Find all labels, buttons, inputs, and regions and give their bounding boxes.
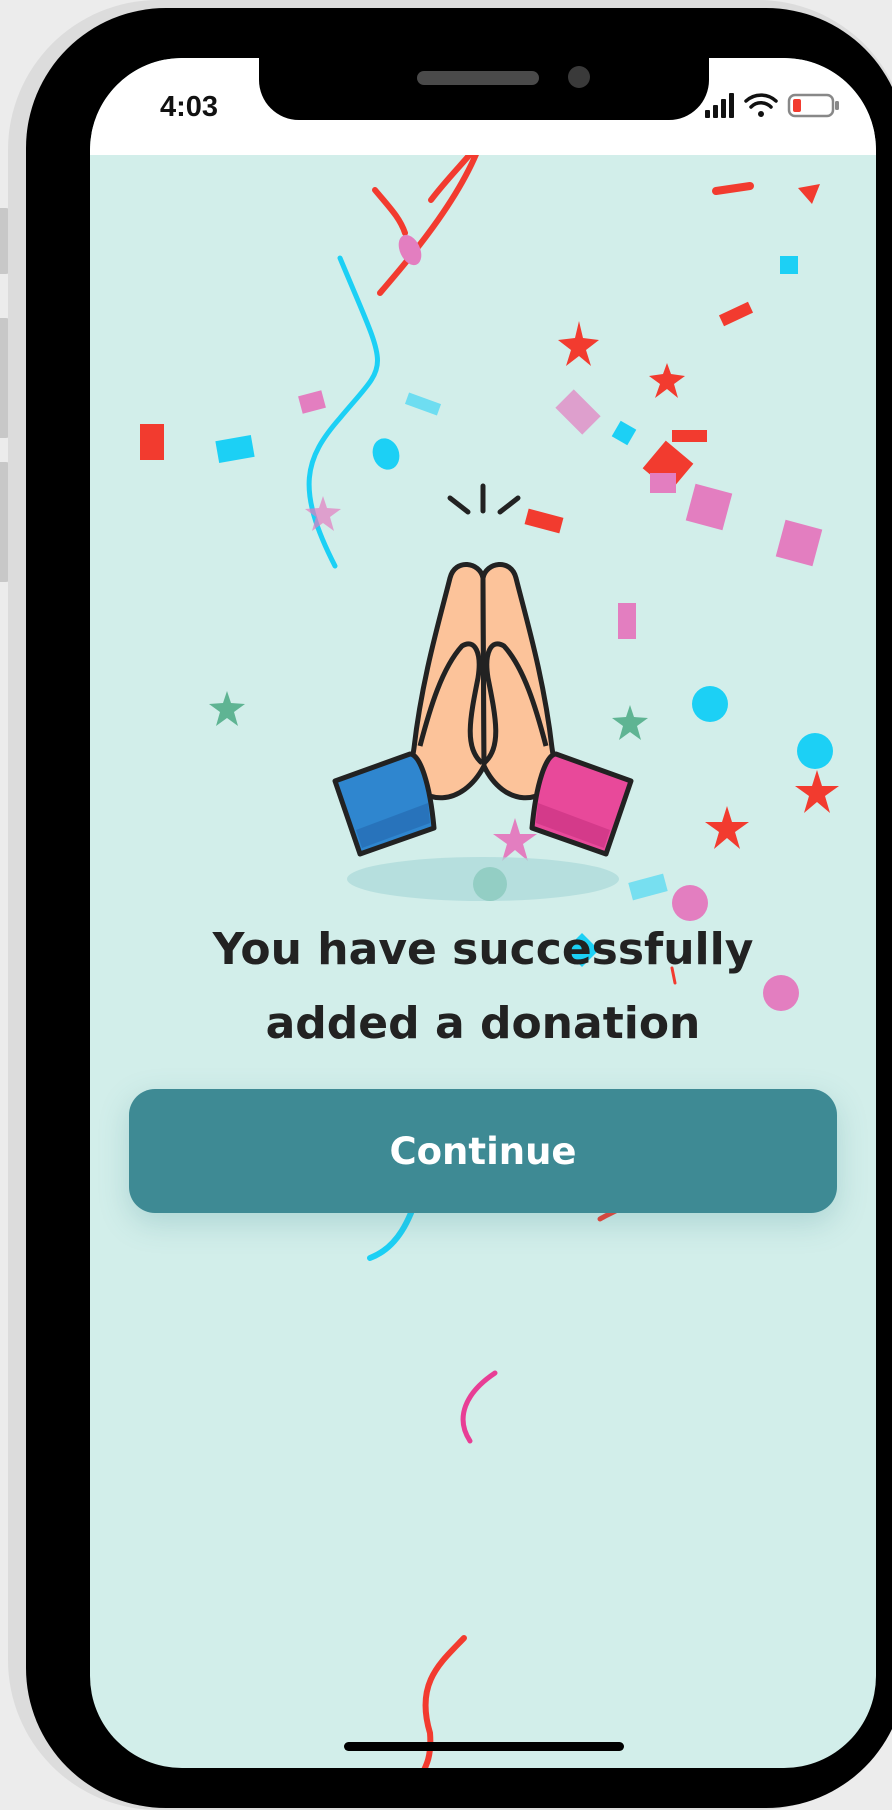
notch (259, 58, 709, 120)
cellular-signal-icon (705, 93, 734, 118)
phone-frame: 4:03 You have successfully added a donat… (8, 0, 892, 1810)
status-bar: 4:03 (90, 58, 876, 155)
success-message-line-2: added a donation (265, 998, 701, 1049)
status-time: 4:03 (160, 91, 219, 123)
app-screen: 4:03 You have successfully added a donat… (90, 58, 876, 1768)
success-message-line-1: You have successfully (212, 924, 754, 975)
wifi-icon (744, 93, 778, 117)
phone-bezel: 4:03 You have successfully added a donat… (26, 8, 892, 1808)
battery-low-icon (787, 93, 839, 118)
status-icons (705, 90, 841, 120)
success-message: You have successfully added a donation (90, 913, 876, 1061)
front-camera (568, 66, 590, 88)
continue-button[interactable]: Continue (129, 1089, 837, 1213)
home-indicator[interactable] (344, 1742, 624, 1751)
speaker-grille (417, 71, 539, 85)
